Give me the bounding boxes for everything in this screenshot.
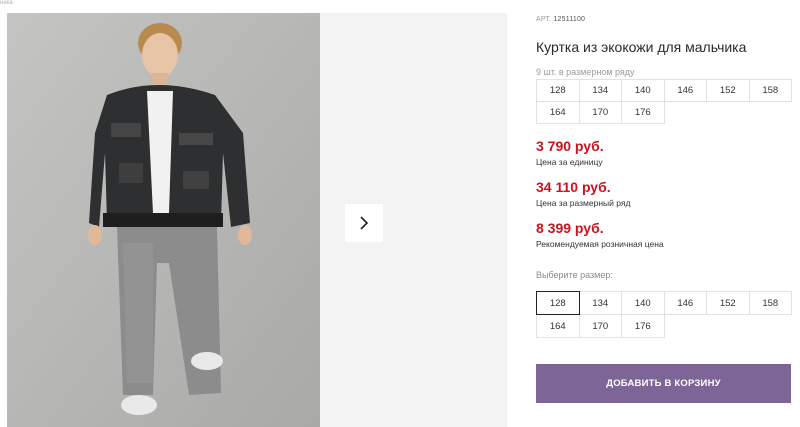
size-option-128[interactable]: 128 — [536, 291, 580, 315]
pack-size-cell: 146 — [663, 79, 707, 102]
sku-label: АРТ. — [536, 16, 552, 23]
product-gallery — [7, 13, 507, 427]
size-option-158[interactable]: 158 — [748, 291, 792, 315]
gallery-next-button[interactable] — [345, 204, 383, 242]
pack-size-cell: 170 — [578, 101, 622, 124]
boy-in-jacket-image — [7, 13, 320, 427]
size-option-140[interactable]: 140 — [621, 291, 665, 315]
size-option-152[interactable]: 152 — [706, 291, 750, 315]
size-option-170[interactable]: 170 — [578, 314, 622, 338]
product-sku: АРТ. 12511100 — [536, 16, 585, 23]
pack-size-cell: 134 — [578, 79, 622, 102]
size-option-176[interactable]: 176 — [621, 314, 665, 338]
pack-size-cell: 158 — [748, 79, 792, 102]
unit-price: 3 790 руб. — [536, 138, 604, 154]
size-selector: 128 134 140 146 152 158 164 170 176 — [536, 291, 792, 338]
row-price: 34 110 руб. — [536, 179, 611, 195]
size-select-label: Выберите размер: — [536, 270, 613, 280]
pack-size-cell: 152 — [706, 79, 750, 102]
size-option-164[interactable]: 164 — [536, 314, 580, 338]
product-photo-main[interactable] — [7, 13, 320, 427]
retail-price: 8 399 руб. — [536, 220, 604, 236]
pack-size-note: 9 шт. в размерном ряду — [536, 67, 635, 77]
pack-size-cell: 128 — [536, 79, 580, 102]
product-title: Куртка из экокожи для мальчика — [536, 39, 747, 55]
size-option-146[interactable]: 146 — [663, 291, 707, 315]
chevron-right-icon — [360, 216, 369, 230]
retail-price-label: Рекомендуемая розничная цена — [536, 239, 664, 249]
pack-size-grid: 128 134 140 146 152 158 164 170 176 — [536, 79, 792, 124]
sku-value: 12511100 — [553, 16, 586, 23]
breadcrumb-fragment: ника — [0, 0, 13, 6]
pack-size-cell: 164 — [536, 101, 580, 124]
pack-size-cell: 140 — [621, 79, 665, 102]
size-option-134[interactable]: 134 — [578, 291, 622, 315]
add-to-cart-button[interactable]: ДОБАВИТЬ В КОРЗИНУ — [536, 364, 791, 403]
unit-price-label: Цена за единицу — [536, 157, 603, 167]
row-price-label: Цена за размерный ряд — [536, 198, 631, 208]
pack-size-cell: 176 — [621, 101, 665, 124]
